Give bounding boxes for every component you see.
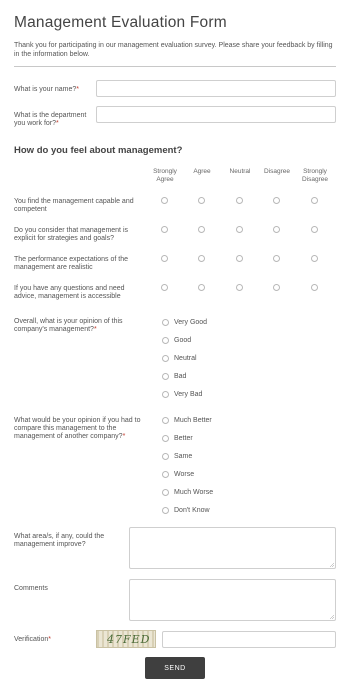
matrix-radio[interactable] bbox=[311, 197, 318, 204]
required-mark: * bbox=[93, 326, 97, 333]
department-label: What is the department you work for?* bbox=[14, 112, 92, 128]
matrix-radio[interactable] bbox=[311, 226, 318, 233]
form-title: Management Evaluation Form bbox=[14, 14, 227, 31]
matrix-radio[interactable] bbox=[311, 284, 318, 291]
option-label: Very Good bbox=[174, 318, 208, 326]
opinion-label-text: Overall, what is your opinion of this co… bbox=[14, 318, 123, 333]
col-neutral: Neutral bbox=[229, 168, 251, 175]
radio-button[interactable] bbox=[162, 336, 169, 344]
department-label-text: What is the department you work for? bbox=[14, 112, 87, 127]
option-label: Worse bbox=[174, 470, 195, 478]
radio-button[interactable] bbox=[162, 470, 169, 478]
opinion-label: Overall, what is your opinion of this co… bbox=[14, 318, 144, 334]
comparison-option[interactable]: Much Worse bbox=[162, 487, 213, 497]
matrix-row-label: The performance expectations of the mana… bbox=[14, 256, 129, 271]
radio-button[interactable] bbox=[162, 488, 169, 496]
captcha-image: 47FED bbox=[96, 630, 156, 648]
section-heading: How do you feel about management? bbox=[14, 145, 183, 156]
header-divider bbox=[14, 66, 336, 67]
option-label: Bad bbox=[174, 372, 187, 380]
verification-input[interactable] bbox=[162, 631, 336, 648]
radio-button[interactable] bbox=[162, 416, 169, 424]
name-input[interactable] bbox=[96, 80, 336, 97]
matrix-radio[interactable] bbox=[236, 255, 243, 262]
required-mark: * bbox=[56, 120, 59, 127]
form-intro: Thank you for participating in our manag… bbox=[14, 42, 333, 58]
comparison-option[interactable]: Don't Know bbox=[162, 505, 210, 515]
matrix-row-label: Do you consider that management is expli… bbox=[14, 227, 129, 242]
option-label: Don't Know bbox=[174, 506, 210, 514]
matrix-radio[interactable] bbox=[161, 284, 168, 291]
option-label: Same bbox=[174, 452, 193, 460]
radio-button[interactable] bbox=[162, 452, 169, 460]
verification-label: Verification* bbox=[14, 636, 51, 644]
radio-button[interactable] bbox=[162, 372, 169, 380]
option-label: Very Bad bbox=[174, 390, 203, 398]
matrix-radio[interactable] bbox=[273, 284, 280, 291]
matrix-radio[interactable] bbox=[161, 255, 168, 262]
matrix-radio[interactable] bbox=[198, 197, 205, 204]
matrix-radio[interactable] bbox=[273, 226, 280, 233]
matrix-row-label: You find the management capable and comp… bbox=[14, 198, 134, 213]
col-disagree: Disagree bbox=[263, 168, 290, 175]
name-label-text: What is your name? bbox=[14, 86, 77, 93]
comments-textarea[interactable] bbox=[129, 579, 336, 621]
captcha-text: 47FED bbox=[107, 633, 151, 646]
resize-grip-icon[interactable] bbox=[329, 614, 334, 619]
radio-button[interactable] bbox=[162, 434, 169, 442]
comparison-option[interactable]: Worse bbox=[162, 469, 194, 479]
required-mark: * bbox=[122, 433, 126, 440]
resize-grip-icon[interactable] bbox=[329, 562, 334, 567]
col-strongly-agree: Strongly Agree bbox=[153, 168, 177, 183]
option-label: Much Worse bbox=[174, 488, 214, 496]
name-label: What is your name?* bbox=[14, 86, 79, 94]
radio-button[interactable] bbox=[162, 390, 169, 398]
matrix-radio[interactable] bbox=[161, 197, 168, 204]
comparison-option[interactable]: Same bbox=[162, 451, 192, 461]
comparison-label-text: What would be your opinion if you had to… bbox=[14, 417, 141, 440]
matrix-radio[interactable] bbox=[198, 255, 205, 262]
option-label: Neutral bbox=[174, 354, 197, 362]
matrix-radio[interactable] bbox=[273, 197, 280, 204]
matrix-radio[interactable] bbox=[236, 197, 243, 204]
matrix-radio[interactable] bbox=[236, 226, 243, 233]
option-label: Better bbox=[174, 434, 193, 442]
matrix-row-label: If you have any questions and need advic… bbox=[14, 285, 125, 300]
opinion-option[interactable]: Very Good bbox=[162, 317, 207, 327]
improve-label: What area/s, if any, could the managemen… bbox=[14, 533, 105, 548]
opinion-option[interactable]: Good bbox=[162, 335, 191, 345]
required-mark: * bbox=[48, 636, 51, 643]
radio-button[interactable] bbox=[162, 506, 169, 514]
matrix-radio[interactable] bbox=[236, 284, 243, 291]
option-label: Good bbox=[174, 336, 192, 344]
verification-label-text: Verification bbox=[14, 636, 49, 643]
radio-button[interactable] bbox=[162, 318, 169, 326]
matrix-radio[interactable] bbox=[198, 226, 205, 233]
comments-label: Comments bbox=[14, 585, 48, 592]
required-mark: * bbox=[76, 86, 79, 93]
col-agree: Agree bbox=[193, 168, 211, 175]
col-strongly-disagree: Strongly Disagree bbox=[301, 168, 328, 183]
send-button[interactable]: SEND bbox=[145, 657, 205, 679]
comparison-option[interactable]: Much Better bbox=[162, 415, 212, 425]
department-input[interactable] bbox=[96, 106, 336, 123]
opinion-option[interactable]: Neutral bbox=[162, 353, 197, 363]
opinion-option[interactable]: Very Bad bbox=[162, 389, 202, 399]
option-label: Much Better bbox=[174, 416, 212, 424]
comparison-option[interactable]: Better bbox=[162, 433, 193, 443]
matrix-radio[interactable] bbox=[161, 226, 168, 233]
matrix-radio[interactable] bbox=[198, 284, 205, 291]
opinion-option[interactable]: Bad bbox=[162, 371, 186, 381]
improve-textarea[interactable] bbox=[129, 527, 336, 569]
matrix-radio[interactable] bbox=[273, 255, 280, 262]
radio-button[interactable] bbox=[162, 354, 169, 362]
comparison-label: What would be your opinion if you had to… bbox=[14, 417, 156, 441]
matrix-radio[interactable] bbox=[311, 255, 318, 262]
